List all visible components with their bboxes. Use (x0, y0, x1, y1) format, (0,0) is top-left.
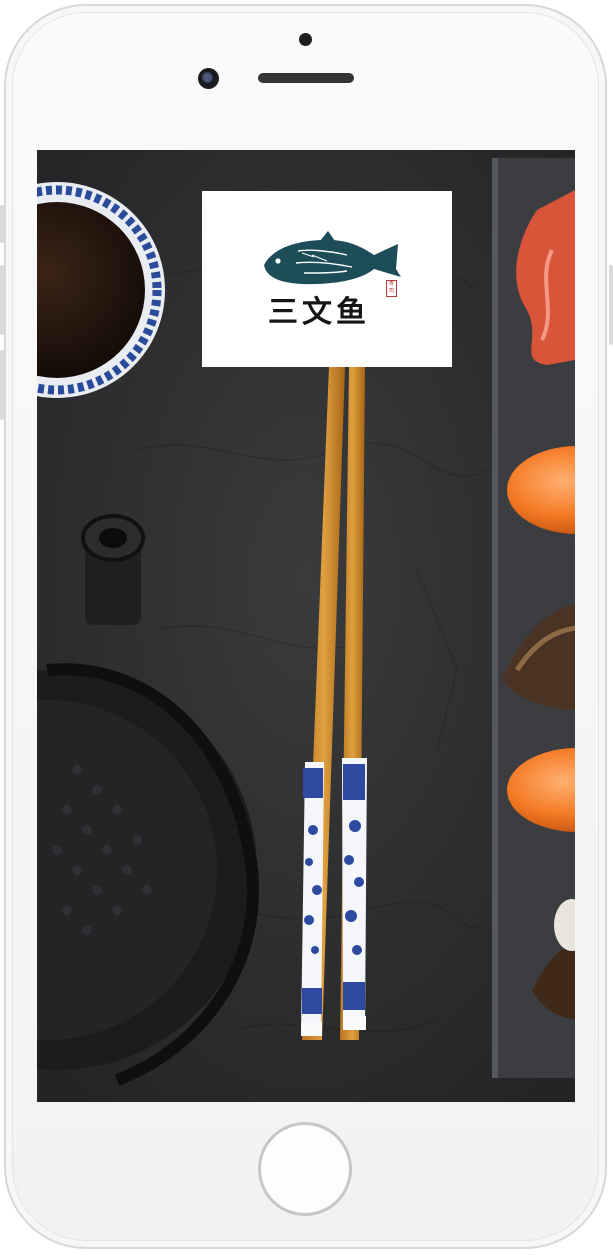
volume-down-button (0, 350, 4, 420)
splash-screen: 三文鱼 寿司 (37, 150, 575, 1102)
power-button (609, 265, 613, 345)
front-camera-icon (198, 68, 219, 89)
volume-up-button (0, 265, 4, 335)
proximity-sensor (299, 33, 312, 46)
brand-name: 三文鱼 (268, 295, 370, 330)
seal-stamp-icon: 寿司 (386, 280, 397, 297)
salmon-fish-icon (264, 231, 401, 285)
speaker-icon (258, 73, 354, 83)
app-logo: 三文鱼 寿司 (202, 191, 452, 367)
home-button-icon[interactable] (258, 1122, 352, 1216)
mute-switch (0, 205, 4, 243)
